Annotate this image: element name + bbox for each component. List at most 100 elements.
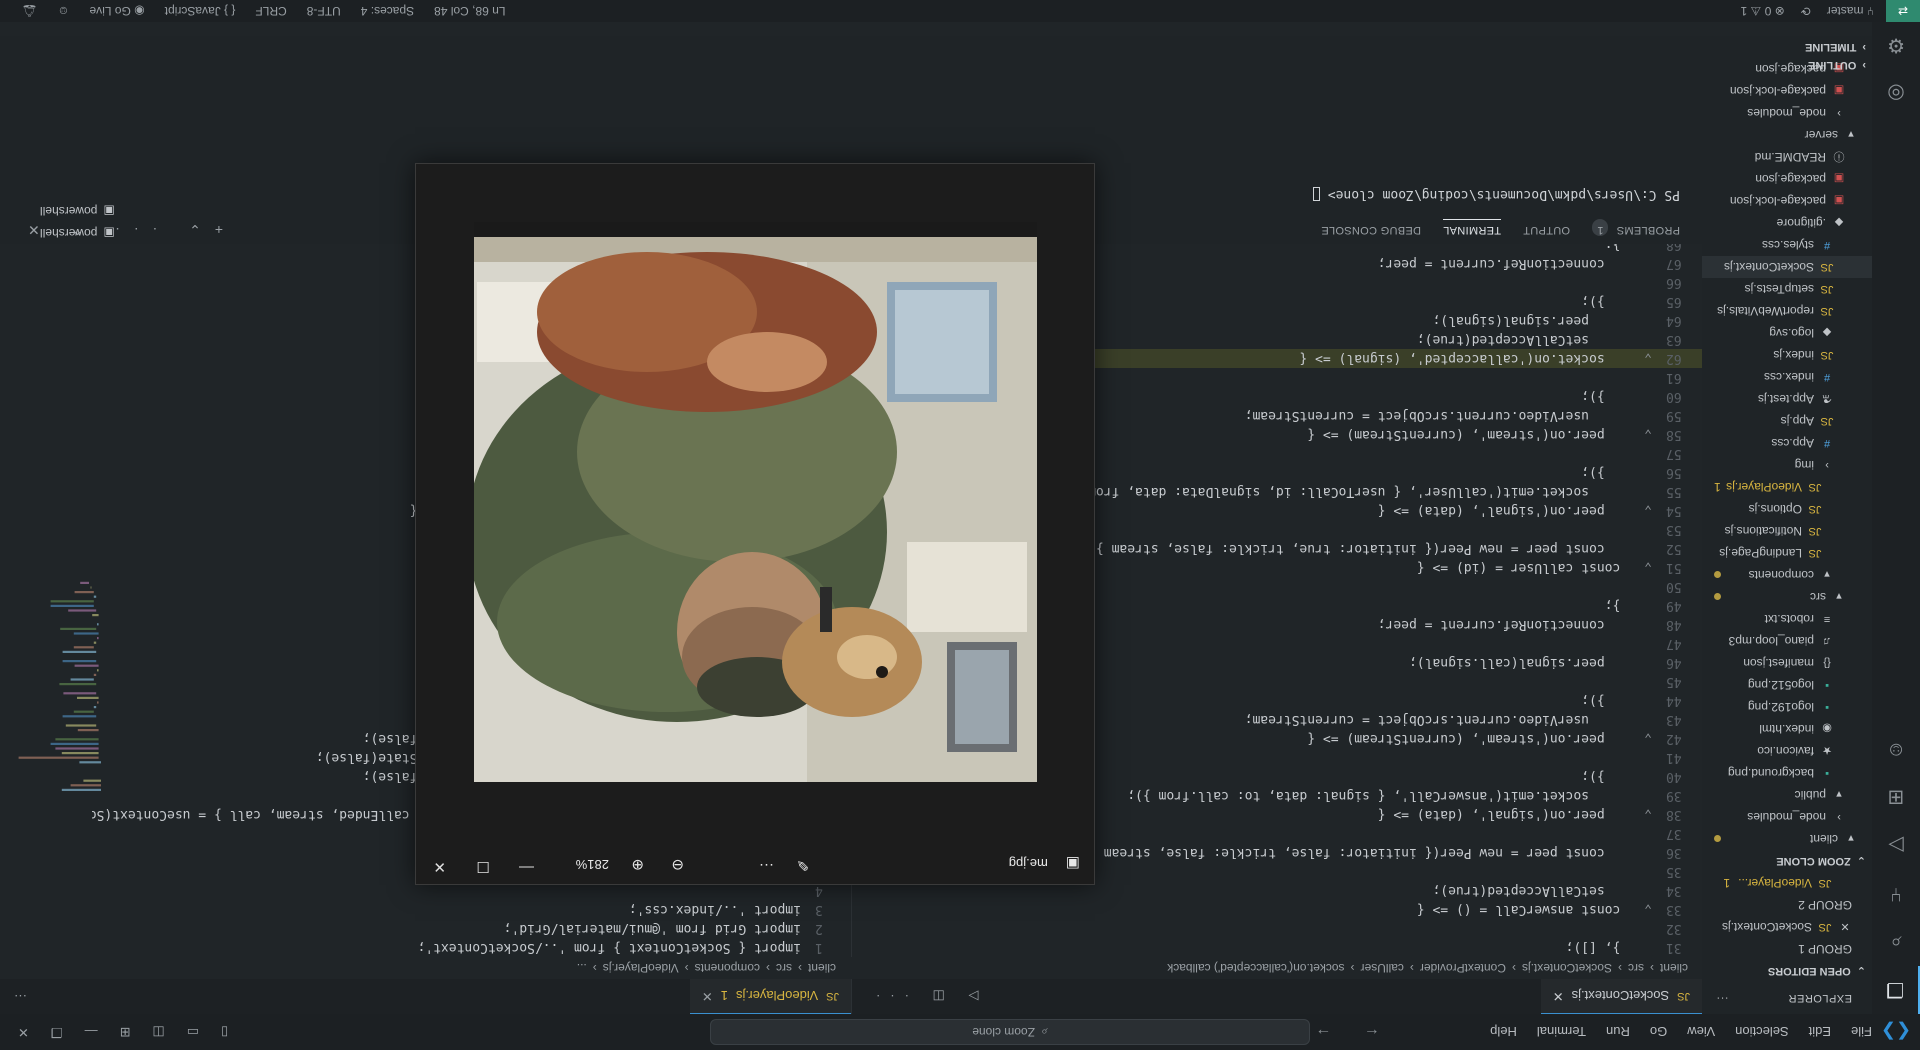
nav-arrows[interactable]: ← →	[1302, 1024, 1380, 1042]
tree-item[interactable]: ▾ public	[1702, 784, 1872, 806]
source-control-icon[interactable]: ⑂	[1872, 870, 1920, 918]
open-editor-item[interactable]: JS VideoPlayer... 1	[1702, 872, 1872, 894]
problems-status[interactable]: ⊗ 0 ⚠ 1	[1741, 4, 1785, 18]
tree-item[interactable]: JS index.js	[1702, 344, 1872, 366]
close-window-button[interactable]: ✕	[18, 1024, 29, 1040]
encoding-status[interactable]: UTF-8	[307, 4, 341, 18]
tree-item[interactable]: › node_modules	[1702, 102, 1872, 124]
remote-icon[interactable]: ⇄	[1886, 0, 1920, 22]
breadcrumb-item[interactable]: src	[1628, 961, 1644, 975]
tab-problems[interactable]: PROBLEMS	[1616, 219, 1680, 236]
tree-item[interactable]: JS Notifications.js	[1702, 520, 1872, 542]
tab-output[interactable]: OUTPUT	[1523, 219, 1570, 236]
viewer-minimize-button[interactable]: —	[519, 859, 534, 876]
tree-item[interactable]: ▪ background.png	[1702, 762, 1872, 784]
menu-terminal[interactable]: Terminal	[1537, 1025, 1586, 1040]
explorer-icon[interactable]: ❐	[1872, 966, 1920, 1014]
sync-icon[interactable]: ⟳	[1801, 4, 1811, 18]
terminal-prompt[interactable]: PS C:\Users\pdkm\Documents\coding\Zoom c…	[1312, 187, 1680, 202]
eol-status[interactable]: CRLF	[255, 4, 286, 18]
open-editors-section[interactable]: ⌄ OPEN EDITORS	[1702, 960, 1872, 982]
breadcrumb-item[interactable]: ContextProvider	[1420, 961, 1506, 975]
tab-socketcontext[interactable]: JS SocketContext.js ✕	[1540, 979, 1702, 1014]
notifications-icon[interactable]: 🔔︎	[22, 4, 37, 18]
layout-sidebar-icon[interactable]: ▯	[221, 1024, 228, 1040]
breadcrumb-item[interactable]: socket.on('callaccepted') callback	[1167, 961, 1344, 975]
customize-layout-icon[interactable]: ⊞	[120, 1024, 131, 1040]
account-icon[interactable]: ◎	[1872, 70, 1920, 118]
tree-item[interactable]: ▾ src	[1702, 586, 1872, 608]
close-icon[interactable]: ✕	[1553, 988, 1564, 1004]
tree-item[interactable]: ♫ piano_loop.mp3	[1702, 630, 1872, 652]
open-editor-item[interactable]: ✕ JS SocketContext.js	[1702, 916, 1872, 938]
breadcrumb-item[interactable]: callUser	[1361, 961, 1404, 975]
tree-item[interactable]: ▪ logo512.png	[1702, 674, 1872, 696]
remote-explorer-icon[interactable]: ☺	[1872, 726, 1920, 774]
tree-item[interactable]: ▾ components	[1702, 564, 1872, 586]
menu-edit[interactable]: Edit	[1809, 1025, 1831, 1040]
menu-selection[interactable]: Selection	[1735, 1025, 1788, 1040]
fold-chevron-icon[interactable]: ⌄	[1636, 501, 1652, 520]
menu-file[interactable]: File	[1851, 1025, 1872, 1040]
tree-item[interactable]: ◆ logo.svg	[1702, 322, 1872, 344]
tree-item[interactable]: ▣ package.json	[1702, 168, 1872, 190]
tree-item[interactable]: ◆ .gitignore	[1702, 212, 1872, 234]
account-status-icon[interactable]: ☺	[57, 4, 69, 18]
menu-run[interactable]: Run	[1606, 1025, 1630, 1040]
tree-item[interactable]: JS setupTests.js	[1702, 278, 1872, 300]
project-section[interactable]: ⌄ ZOOM CLONE	[1702, 850, 1872, 872]
tree-item[interactable]: JS Options.js	[1702, 498, 1872, 520]
viewer-close-button[interactable]: ✕	[433, 858, 446, 876]
tree-item[interactable]: ▣ package-lock.json	[1702, 80, 1872, 102]
tree-item[interactable]: › node_modules	[1702, 806, 1872, 828]
tree-item[interactable]: {} manifest.json	[1702, 652, 1872, 674]
minimap[interactable]	[10, 545, 105, 795]
tree-item[interactable]: ▪ logo192.png	[1702, 696, 1872, 718]
restore-window-button[interactable]: ❐	[51, 1024, 63, 1040]
tree-item[interactable]: # App.css	[1702, 432, 1872, 454]
layout-secondary-icon[interactable]: ◫	[152, 1024, 164, 1040]
fold-chevron-icon[interactable]: ⌄	[1636, 900, 1652, 919]
more-options-icon[interactable]: ···	[759, 857, 774, 874]
menu-view[interactable]: View	[1687, 1025, 1715, 1040]
fold-chevron-icon[interactable]: ⌄	[1636, 349, 1652, 368]
tree-item[interactable]: ▣ package-lock.json	[1702, 190, 1872, 212]
breadcrumb-item[interactable]: VideoPlayer.js	[603, 961, 679, 975]
breadcrumb-item[interactable]: client	[1660, 961, 1688, 975]
tree-item[interactable]: JS VideoPlayer.js 1	[1702, 476, 1872, 498]
tree-item[interactable]: ★ favicon.ico	[1702, 740, 1872, 762]
viewer-maximize-button[interactable]: ☐	[477, 858, 490, 876]
edit-image-icon[interactable]: ✎	[796, 856, 809, 874]
tab-terminal[interactable]: TERMINAL	[1442, 219, 1502, 236]
zoom-out-icon[interactable]: ⊖	[671, 856, 684, 874]
cursor-position[interactable]: Ln 68, Col 48	[434, 4, 505, 18]
tree-item[interactable]: ◉ index.html	[1702, 718, 1872, 740]
tree-item[interactable]: JS App.js	[1702, 410, 1872, 432]
fold-chevron-icon[interactable]: ⌄	[1636, 805, 1652, 824]
breadcrumb-item[interactable]: SocketContext.js	[1522, 961, 1612, 975]
breadcrumb-item[interactable]: components	[695, 961, 760, 975]
tab-debug-console[interactable]: DEBUG CONSOLE	[1321, 219, 1421, 236]
tree-item[interactable]: JS LandingPage.js	[1702, 542, 1872, 564]
more-actions-icon[interactable]: ···	[14, 989, 27, 1004]
menu-go[interactable]: Go	[1650, 1025, 1667, 1040]
tree-item[interactable]: ⓘ README.md	[1702, 146, 1872, 168]
tab-videoplayer[interactable]: JS VideoPlayer.js 1 ✕	[689, 979, 851, 1014]
gear-icon[interactable]: ⚙	[1872, 22, 1920, 70]
breadcrumb-item[interactable]: src	[776, 961, 792, 975]
close-icon[interactable]: ✕	[702, 988, 713, 1004]
editor-actions[interactable]: ▷ ◫ ···	[866, 989, 979, 1005]
run-debug-icon[interactable]: ▷	[1872, 822, 1920, 870]
command-center-search[interactable]: ⌕ Zoom clone	[710, 1019, 1310, 1045]
go-live-status[interactable]: ◉ Go Live	[90, 4, 145, 18]
tree-item[interactable]: › img	[1702, 454, 1872, 476]
tree-item[interactable]: ▾ server	[1702, 124, 1872, 146]
fold-chevron-icon[interactable]: ⌄	[1636, 425, 1652, 444]
tree-item[interactable]: ▾ client	[1702, 828, 1872, 850]
tree-item[interactable]: # index.css	[1702, 366, 1872, 388]
menu-help[interactable]: Help	[1490, 1025, 1517, 1040]
tree-item[interactable]: ≡ robots.txt	[1702, 608, 1872, 630]
breadcrumb-item[interactable]: client	[808, 961, 836, 975]
layout-panel-icon[interactable]: ▭	[187, 1024, 199, 1040]
terminal-instance[interactable]: ▣ powershell	[40, 222, 115, 244]
